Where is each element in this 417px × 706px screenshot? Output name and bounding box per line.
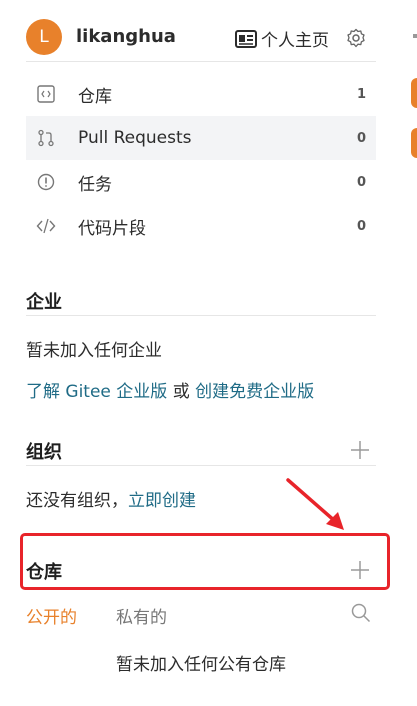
- repos-empty-text: 暂未加入任何公有仓库: [116, 655, 286, 675]
- create-enterprise-link[interactable]: 创建免费企业版: [195, 382, 314, 402]
- create-org-link[interactable]: 立即创建: [128, 491, 196, 511]
- learn-enterprise-link[interactable]: 了解 Gitee 企业版: [26, 382, 167, 402]
- or-text: 或: [167, 382, 196, 402]
- nav-item-count: 0: [356, 218, 366, 234]
- username[interactable]: likanghua: [76, 26, 176, 47]
- header-divider: [26, 61, 376, 62]
- nav-item-pull-requests[interactable]: Pull Requests 0: [26, 116, 376, 160]
- enterprise-links: 了解 Gitee 企业版 或 创建免费企业版: [26, 377, 314, 402]
- search-icon[interactable]: [351, 603, 371, 623]
- avatar[interactable]: L: [26, 19, 62, 55]
- repos-title: 仓库: [26, 562, 62, 583]
- nav-item-count: 1: [356, 86, 366, 102]
- nav-item-label: Pull Requests: [78, 128, 192, 148]
- nav-item-count: 0: [356, 130, 366, 146]
- nav-item-label: 任务: [78, 174, 112, 195]
- enterprise-divider: [26, 315, 376, 316]
- annotation-arrow-icon: [286, 478, 344, 530]
- enterprise-empty-text: 暂未加入任何企业: [26, 341, 162, 361]
- org-empty: 还没有组织，立即创建: [26, 486, 196, 511]
- enterprise-title: 企业: [26, 292, 62, 313]
- gear-icon[interactable]: [346, 28, 366, 48]
- nav-item-label: 代码片段: [78, 218, 146, 239]
- edge-avatar-fragment: [411, 78, 417, 108]
- annotation-highlight-box: [20, 533, 390, 590]
- pull-request-icon: [38, 129, 54, 147]
- org-empty-text: 还没有组织，: [26, 491, 128, 511]
- org-divider: [26, 465, 376, 466]
- tab-private[interactable]: 私有的: [116, 603, 167, 628]
- org-title: 组织: [26, 442, 62, 463]
- nav-item-label: 仓库: [78, 86, 112, 107]
- nav-item-repos[interactable]: 仓库 1: [26, 72, 376, 116]
- add-repo-plus-icon[interactable]: [350, 560, 370, 580]
- tab-public[interactable]: 公开的: [26, 603, 77, 628]
- code-box-icon: [37, 85, 55, 103]
- profile-card-icon: [235, 29, 257, 48]
- nav-item-snippets[interactable]: 代码片段 0: [26, 204, 376, 248]
- home-link[interactable]: 个人主页: [235, 26, 329, 51]
- code-snippet-icon: [36, 218, 56, 234]
- add-org-plus-icon[interactable]: [350, 440, 370, 460]
- issue-icon: [37, 173, 55, 191]
- edge-avatar-fragment: [411, 128, 417, 158]
- nav-item-count: 0: [356, 174, 366, 190]
- edge-fragment: [413, 34, 417, 38]
- nav-item-issues[interactable]: 任务 0: [26, 160, 376, 204]
- home-link-label: 个人主页: [261, 31, 329, 51]
